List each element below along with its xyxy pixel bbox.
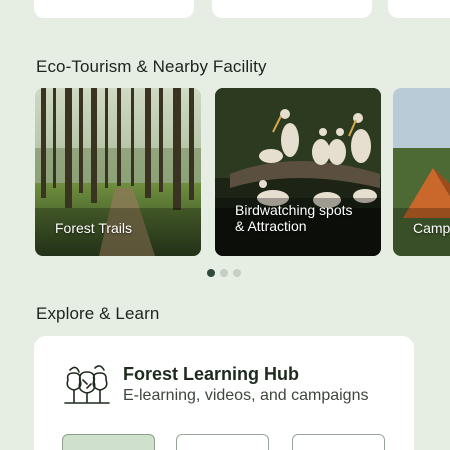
forest-learning-hub-card[interactable]: Forest Learning Hub E-learning, videos, … <box>34 336 414 450</box>
facility-card-forest-trails[interactable]: Forest Trails <box>35 88 201 256</box>
facility-card-birdwatching[interactable]: Birdwatching spots & Attraction <box>215 88 381 256</box>
pagination-dot-1[interactable] <box>207 269 215 277</box>
hub-title: Forest Learning Hub <box>123 364 300 384</box>
hub-subtitle: E-learning, videos, and campaigns <box>123 387 369 404</box>
carousel-pagination <box>207 269 241 277</box>
birdwatching-label: Birdwatching spots & Attraction <box>235 202 353 234</box>
pagination-dot-2[interactable] <box>220 269 228 277</box>
eco-section-title: Eco-Tourism & Nearby Facility <box>36 57 267 76</box>
camp-label: Camp <box>413 220 450 236</box>
forest-trails-label: Forest Trails <box>55 220 133 236</box>
facility-card-camp[interactable]: Camp <box>393 88 450 256</box>
birdwatching-label-line1: Birdwatching spots <box>235 202 353 218</box>
hub-tab-2[interactable] <box>176 434 269 450</box>
facility-carousel[interactable]: Forest Trails Birdwatching spots & Attra… <box>0 88 450 258</box>
forest-trees-icon <box>64 365 110 404</box>
top-card-1[interactable] <box>34 0 194 18</box>
top-card-3[interactable] <box>388 0 450 18</box>
birdwatching-label-line2: & Attraction <box>235 218 307 234</box>
app-screen: Eco-Tourism & Nearby Facility Forest Tra… <box>0 0 450 450</box>
top-card-2[interactable] <box>212 0 372 18</box>
learn-section-title: Explore & Learn <box>36 304 160 323</box>
hub-tab-1[interactable] <box>62 434 155 450</box>
pagination-dot-3[interactable] <box>233 269 241 277</box>
hub-tab-3[interactable] <box>292 434 385 450</box>
